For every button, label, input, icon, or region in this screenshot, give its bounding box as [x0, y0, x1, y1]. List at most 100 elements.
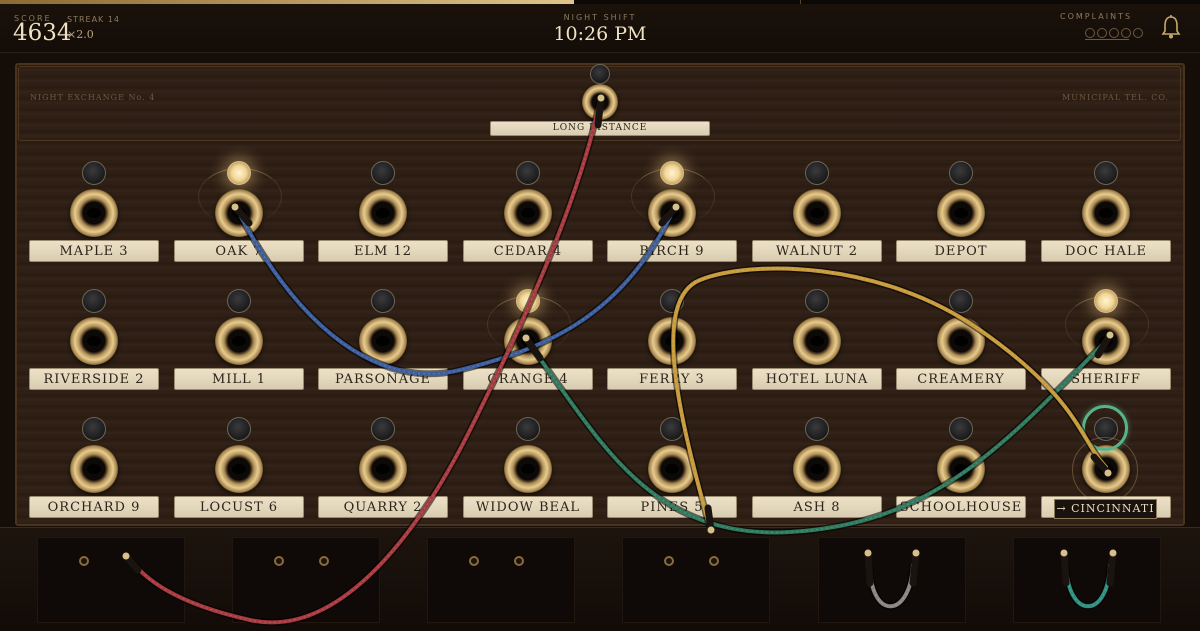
- bell-icon[interactable]: [1160, 14, 1182, 40]
- cord-slot[interactable]: [232, 537, 380, 623]
- jack-elm-12[interactable]: [359, 189, 407, 237]
- cord-slot[interactable]: [37, 537, 185, 623]
- jack-label-pines-5: PINES 5: [607, 496, 737, 518]
- lamp-cedar-4: [516, 161, 540, 185]
- jack-socket: [810, 336, 824, 346]
- lamp-widow-beal: [516, 417, 540, 441]
- jack-socket: [1099, 336, 1113, 346]
- empty-cord-socket[interactable]: [514, 556, 524, 566]
- jack-label-locust-6: LOCUST 6: [174, 496, 304, 518]
- incoming-call-ring: [1082, 405, 1128, 451]
- clock: 10:26 PM: [553, 23, 647, 45]
- jack-hotel-luna[interactable]: [793, 317, 841, 365]
- jack-socket: [87, 336, 101, 346]
- jack-depot[interactable]: [937, 189, 985, 237]
- jack-birch-9[interactable]: [648, 189, 696, 237]
- long-distance-jack[interactable]: [582, 84, 618, 120]
- jack-socket: [232, 208, 246, 218]
- lamp-oak-7: [227, 161, 251, 185]
- lamp-doc-hale: [1094, 161, 1118, 185]
- complaint-pip: [1097, 28, 1107, 38]
- jack-orchard-9[interactable]: [70, 445, 118, 493]
- jack-label-riverside-2: RIVERSIDE 2: [29, 368, 159, 390]
- lamp-maple-3: [82, 161, 106, 185]
- jack-widow-beal[interactable]: [504, 445, 552, 493]
- jack-label-widow-beal: WIDOW BEAL: [463, 496, 593, 518]
- empty-cord-socket[interactable]: [664, 556, 674, 566]
- jack-label-ash-8: ASH 8: [752, 496, 882, 518]
- empty-cord-socket[interactable]: [274, 556, 284, 566]
- jack-socket: [232, 336, 246, 346]
- empty-cord-socket[interactable]: [709, 556, 719, 566]
- jack-label-elm-12: ELM 12: [318, 240, 448, 262]
- jack-ash-8[interactable]: [793, 445, 841, 493]
- jack-creamery[interactable]: [937, 317, 985, 365]
- complaint-pips: [1085, 28, 1143, 38]
- jack-socket: [521, 208, 535, 218]
- cord-slot[interactable]: [427, 537, 575, 623]
- lamp-quarry-2: [371, 417, 395, 441]
- jack-socket: [810, 208, 824, 218]
- lamp-ferry-3: [660, 289, 684, 313]
- jack-socket: [521, 336, 535, 346]
- jack-riverside-2[interactable]: [70, 317, 118, 365]
- jack-label-orchard-9: ORCHARD 9: [29, 496, 159, 518]
- lamp-creamery: [949, 289, 973, 313]
- empty-cord-socket[interactable]: [79, 556, 89, 566]
- jack-socket: [87, 208, 101, 218]
- complaint-pip: [1085, 28, 1095, 38]
- jack-label-cedar-4: CEDAR 4: [463, 240, 593, 262]
- lamp-riverside-2: [82, 289, 106, 313]
- shift-progress-marker: [800, 0, 801, 4]
- jack-socket: [376, 464, 390, 474]
- jack-label-doc-hale: DOC HALE: [1041, 240, 1171, 262]
- empty-cord-socket[interactable]: [319, 556, 329, 566]
- jack-label-maple-3: MAPLE 3: [29, 240, 159, 262]
- cord-slot[interactable]: [622, 537, 770, 623]
- streak-label: STREAK 14: [67, 15, 121, 24]
- jack-socket: [954, 208, 968, 218]
- jack-quarry-2[interactable]: [359, 445, 407, 493]
- multiplier: ×2.0: [67, 28, 94, 41]
- exchange-engraving: NIGHT EXCHANGE No. 4: [30, 93, 156, 102]
- shift-label: NIGHT SHIFT: [563, 13, 637, 22]
- lamp-pines-5: [660, 417, 684, 441]
- jack-pines-5[interactable]: [648, 445, 696, 493]
- lamp-birch-9: [660, 161, 684, 185]
- jack-ferry-3[interactable]: [648, 317, 696, 365]
- jack-socket: [665, 464, 679, 474]
- long-distance-label: LONG DISTANCE: [490, 121, 710, 136]
- jack-oak-7[interactable]: [215, 189, 263, 237]
- lamp-hotel-luna: [805, 289, 829, 313]
- cord-slot[interactable]: [818, 537, 966, 623]
- lamp-schoolhouse: [949, 417, 973, 441]
- jack-doc-hale[interactable]: [1082, 189, 1130, 237]
- lamp-mill-1: [227, 289, 251, 313]
- complaint-pip: [1121, 28, 1131, 38]
- complaint-underline: [1085, 39, 1129, 40]
- incoming-caller-tag: → CINCINNATI: [1054, 499, 1157, 519]
- jack-socket: [376, 336, 390, 346]
- jack-mill-1[interactable]: [215, 317, 263, 365]
- jack-schoolhouse[interactable]: [937, 445, 985, 493]
- jack-cedar-4[interactable]: [504, 189, 552, 237]
- jack-label-creamery: CREAMERY: [896, 368, 1026, 390]
- score-value: 4634: [13, 20, 72, 46]
- jack-label-birch-9: BIRCH 9: [607, 240, 737, 262]
- jack-socket: [665, 336, 679, 346]
- empty-cord-socket[interactable]: [469, 556, 479, 566]
- long-distance-lamp: [590, 64, 610, 84]
- lamp-depot: [949, 161, 973, 185]
- jack-label-walnut-2: WALNUT 2: [752, 240, 882, 262]
- jack-parsonage[interactable]: [359, 317, 407, 365]
- lamp-elm-12: [371, 161, 395, 185]
- jack-maple-3[interactable]: [70, 189, 118, 237]
- cord-slot[interactable]: [1013, 537, 1161, 623]
- jack-sheriff[interactable]: [1082, 317, 1130, 365]
- jack-label-hotel-luna: HOTEL LUNA: [752, 368, 882, 390]
- jack-walnut-2[interactable]: [793, 189, 841, 237]
- jack-locust-6[interactable]: [215, 445, 263, 493]
- lamp-grange-4: [516, 289, 540, 313]
- jack-label-oak-7: OAK 7: [174, 240, 304, 262]
- jack-grange-4[interactable]: [504, 317, 552, 365]
